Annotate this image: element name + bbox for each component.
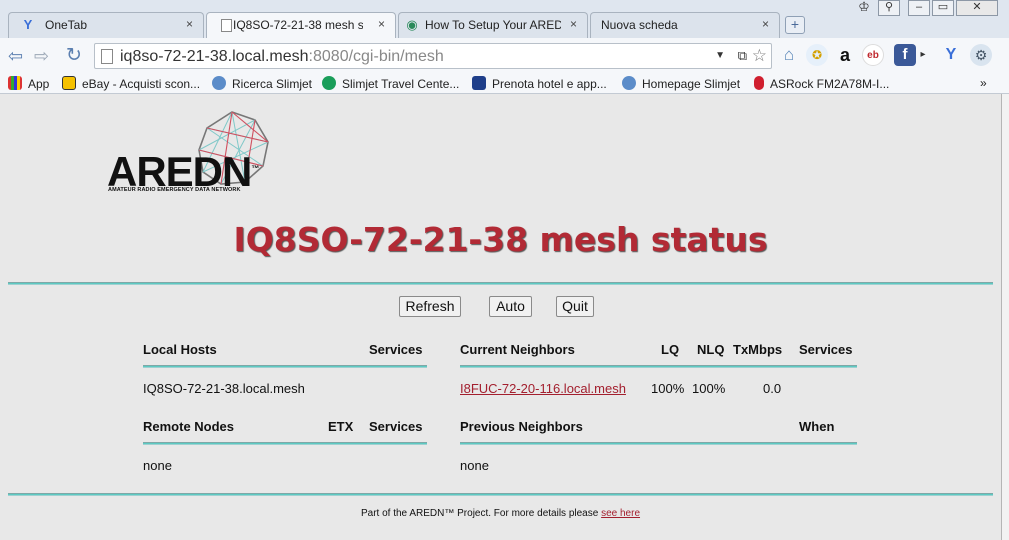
chevron-down-icon[interactable]: ▼ [715, 50, 725, 61]
current-neighbors-header: Current Neighbors [460, 342, 575, 357]
neighbor-lq: 100% [651, 381, 685, 396]
neighbor-nlq: 100% [692, 381, 726, 396]
logo-subtitle: AMATEUR RADIO EMERGENCY DATA NETWORK [108, 187, 241, 193]
local-services-header: Services [369, 342, 423, 357]
url-text: iq8so-72-21-38.local.mesh:8080/cgi-bin/m… [120, 48, 444, 65]
asrock-icon [754, 76, 764, 90]
neighbor-services-header: Services [799, 342, 853, 357]
bookmarks-more-icon[interactable]: » [980, 76, 987, 90]
tab-label: IQ8SO-72-21-38 mesh sta [233, 18, 363, 32]
minimize-icon[interactable]: – [908, 0, 930, 16]
close-tab-icon[interactable]: × [378, 17, 385, 31]
close-tab-icon[interactable]: × [762, 17, 769, 31]
bookmark-app[interactable]: App [8, 76, 49, 91]
onetab-icon: Y [23, 17, 33, 32]
close-tab-icon[interactable]: × [186, 17, 193, 31]
tab-nuova-scheda[interactable]: Nuova scheda × [590, 12, 780, 38]
divider [143, 365, 427, 368]
back-icon[interactable]: ⇦ [8, 46, 23, 67]
page-content: AREDN™ AMATEUR RADIO EMERGENCY DATA NETW… [0, 95, 1001, 540]
bookmark-prenota-hotel[interactable]: Prenota hotel e app... [472, 76, 607, 91]
divider [8, 493, 993, 496]
facebook-icon[interactable]: f [894, 44, 916, 66]
etx-header: ETX [328, 419, 354, 434]
page-icon [101, 49, 113, 64]
bookmark-ebay[interactable]: eBay - Acquisti scon... [62, 76, 200, 91]
tab-aredn-setup[interactable]: ◉ How To Setup Your AREDN × [398, 12, 588, 38]
page-title: IQ8SO-72-21-38 mesh status [233, 220, 768, 259]
translate-icon[interactable]: ⧉ [738, 48, 747, 64]
remote-nodes-header: Remote Nodes [143, 419, 235, 434]
quit-button[interactable]: Quit [556, 296, 594, 317]
amazon-icon[interactable]: a [834, 44, 856, 66]
nlq-header: NLQ [697, 342, 725, 357]
new-tab-button[interactable]: + [785, 16, 805, 34]
when-header: When [799, 419, 835, 434]
address-bar[interactable]: iq8so-72-21-38.local.mesh:8080/cgi-bin/m… [94, 43, 772, 69]
divider [460, 365, 857, 368]
tab-label: Nuova scheda [601, 18, 678, 32]
reload-icon[interactable]: ↻ [66, 44, 82, 67]
close-window-icon[interactable]: ✕ [956, 0, 998, 16]
apps-grid-icon [8, 76, 22, 90]
divider [8, 282, 993, 285]
remote-services-header: Services [369, 419, 423, 434]
scrollbar[interactable] [1001, 94, 1009, 540]
onetab-icon[interactable]: Y [940, 44, 962, 66]
bookmark-asrock[interactable]: ASRock FM2A78M-I... [754, 76, 889, 91]
bulb-icon[interactable]: ✪ [806, 44, 828, 66]
bookmark-ricerca-slimjet[interactable]: Ricerca Slimjet [212, 76, 312, 91]
previous-neighbors-empty: none [460, 458, 489, 473]
remote-nodes-empty: none [143, 458, 172, 473]
tab-label: OneTab [45, 18, 88, 32]
neighbor-txmbps: 0.0 [763, 381, 782, 396]
forward-icon[interactable]: ⇨ [34, 46, 49, 67]
page-icon [221, 19, 232, 32]
globe-icon [622, 76, 636, 90]
tab-mesh-status[interactable]: IQ8SO-72-21-38 mesh sta × [206, 12, 396, 39]
bookmark-star-icon[interactable]: ☆ [752, 46, 767, 66]
txmbps-header: TxMbps [733, 342, 783, 357]
home-icon[interactable]: ⌂ [778, 44, 800, 66]
ebay-icon[interactable]: eb [862, 44, 884, 66]
neighbor-link[interactable]: I8FUC-72-20-116.local.mesh [460, 381, 626, 396]
auto-button[interactable]: Auto [489, 296, 532, 317]
shirt-icon[interactable]: ♔ [853, 0, 875, 16]
previous-neighbors-header: Previous Neighbors [460, 419, 583, 434]
bookmarks-bar: App eBay - Acquisti scon... Ricerca Slim… [0, 74, 1009, 94]
tab-strip: Y OneTab × IQ8SO-72-21-38 mesh sta × ◉ H… [0, 0, 1009, 39]
maximize-icon[interactable]: ▭ [932, 0, 954, 16]
travel-icon [322, 76, 336, 90]
settings-icon[interactable]: ⚙ [970, 44, 992, 66]
aredn-logo: AREDN™ AMATEUR RADIO EMERGENCY DATA NETW… [107, 110, 272, 195]
tab-label: How To Setup Your AREDN [425, 18, 561, 32]
refresh-button[interactable]: Refresh [399, 296, 461, 317]
local-hosts-header: Local Hosts [143, 342, 217, 357]
bookmark-slimjet-travel[interactable]: Slimjet Travel Cente... [322, 76, 459, 91]
chevron-right-icon[interactable]: ▸ [918, 44, 928, 66]
see-here-link[interactable]: see here [601, 508, 640, 519]
divider [460, 442, 857, 445]
footer: Part of the AREDN™ Project. For more det… [360, 508, 641, 519]
user-icon[interactable]: ⚲ [878, 0, 900, 16]
bookmark-homepage-slimjet[interactable]: Homepage Slimjet [622, 76, 740, 91]
globe-icon [212, 76, 226, 90]
shopping-bag-icon [62, 76, 76, 90]
lq-header: LQ [661, 342, 680, 357]
tab-onetab[interactable]: Y OneTab × [8, 12, 204, 38]
local-host-row: IQ8SO-72-21-38.local.mesh [143, 381, 305, 396]
globe-icon: ◉ [406, 17, 418, 32]
divider [143, 442, 427, 445]
booking-icon [472, 76, 486, 90]
close-tab-icon[interactable]: × [570, 17, 577, 31]
browser-toolbar: ⇦ ⇨ ↻ iq8so-72-21-38.local.mesh:8080/cgi… [0, 38, 1009, 74]
